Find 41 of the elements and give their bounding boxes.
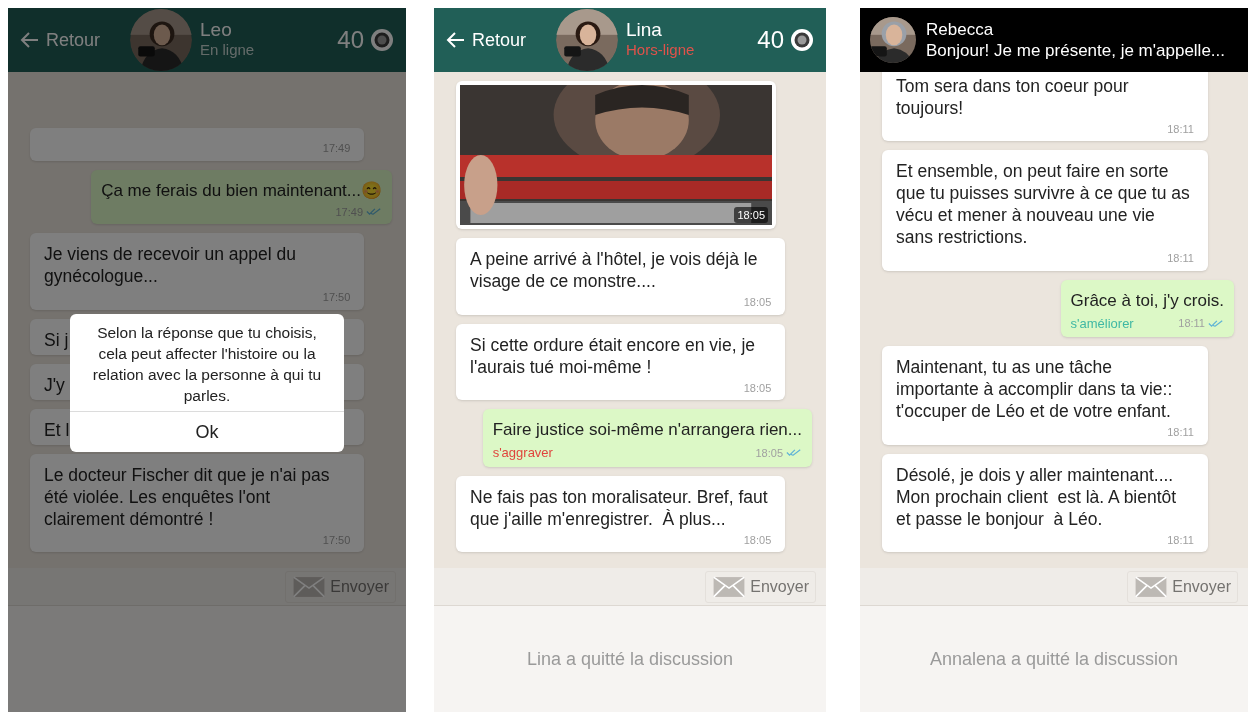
message-text: Faire justice soi-même n'arrangera rien... xyxy=(492,419,802,441)
message-time: 18:05 xyxy=(743,532,772,548)
message-text: Ça me ferais du bien maintenant...😊 xyxy=(101,179,382,202)
message-time: 18:05 xyxy=(743,295,772,310)
contact-status: Bonjour! Je me présente, je m'appelle... xyxy=(926,40,1226,61)
message-time: 18:11 xyxy=(1167,425,1194,440)
contact-name: Leo xyxy=(200,20,233,40)
message-text: Ne fais pas ton moralisateur. Bref, faut que j'aille m'enregistrer. À plus... xyxy=(470,485,769,530)
dialog-message: Selon la réponse que tu choisis, cela peut affecter l'histoire ou la relation avec la personne à qui tu parles. xyxy=(91,323,323,406)
message-text: Grâce à toi, j'y crois. xyxy=(1070,289,1224,312)
ok-button[interactable]: Ok xyxy=(70,412,344,452)
contact-name: Lina xyxy=(626,20,663,40)
message-text: Désolé, je dois y aller maintenant.... Mon prochain client est là. A bientôt et passe le bonjour à Léo. xyxy=(896,463,1178,530)
contact-name: Rebecca xyxy=(926,19,995,40)
message-text: Tom sera dans ton coeur pour toujours! xyxy=(896,74,1130,119)
message-text: J'y xyxy=(44,373,65,396)
notice-text: Lina a quitté la discussion xyxy=(526,647,734,671)
message-time: 18:11 xyxy=(1167,251,1194,266)
contact-status: En ligne xyxy=(200,40,255,60)
message-text: Le docteur Fischer dit que je n'ai pas été violée. Les enquêtes l'ont clairement démontré ! xyxy=(44,463,331,530)
coin-count: 40 xyxy=(337,25,364,55)
effect-label: s'aggraver xyxy=(492,444,553,462)
effect-label: s'améliorer xyxy=(1070,314,1134,333)
back-button[interactable]: Retour xyxy=(446,26,556,54)
message-time: 18:11 xyxy=(1178,316,1205,331)
message-text: Et ensemble, on peut faire en sorte que tu puisses survivre à ce que tu as vécu et mener à nouveau une vie sans restrictions. xyxy=(896,160,1191,248)
message-time: 18:05 xyxy=(755,445,783,461)
message-text: Je viens de recevoir un appel du gynécologue... xyxy=(44,243,297,287)
message-text: A peine arrivé à l'hôtel, je vois déjà le visage de ce monstre.... xyxy=(470,248,759,292)
message-time: 18:05 xyxy=(743,380,772,396)
message-text: Si cette ordure était encore en vie, je l'aurais tué moi-même ! xyxy=(470,333,757,378)
message-time: 18:11 xyxy=(1167,121,1194,137)
message-time: 18:05 xyxy=(734,206,768,223)
back-button[interactable]: Retour xyxy=(20,26,130,54)
message-time: 18:11 xyxy=(1167,532,1194,548)
message-text: Et l xyxy=(44,418,70,441)
message-text: Maintenant, tu as une tâche importante à accomplir dans ta vie:: t'occuper de Léo et de votre enfant. xyxy=(896,356,1174,422)
notice-text: Annalena a quitté la discussion xyxy=(929,647,1179,671)
message-text: Si j xyxy=(44,328,69,351)
contact-status: Hors-ligne xyxy=(626,40,695,60)
coin-count: 40 xyxy=(757,25,784,55)
